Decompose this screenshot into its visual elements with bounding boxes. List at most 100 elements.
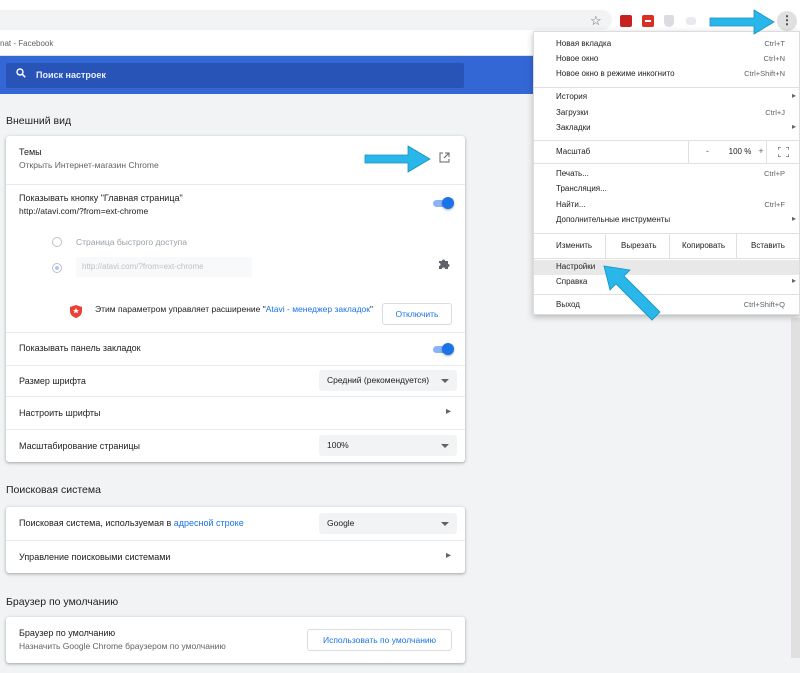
menu-item-exit[interactable]: Выход Ctrl+Shift+Q (534, 298, 799, 313)
submenu-arrow-icon: ▸ (791, 122, 796, 131)
search-engine-select[interactable]: Google (319, 513, 457, 534)
puzzle-extension-icon (439, 259, 450, 269)
make-default-button[interactable]: Использовать по умолчанию (307, 629, 452, 651)
home-button-url: http://atavi.com/?from=ext-chrome (19, 206, 149, 216)
menu-item-new-tab[interactable]: Новая вкладка Ctrl+T (534, 37, 799, 52)
bookmark-item-facebook[interactable]: nat - Facebook (0, 39, 53, 48)
atavi-shield-icon (70, 305, 82, 318)
disable-extension-button[interactable]: Отключить (382, 303, 452, 325)
font-size-value: Средний (рекомендуется) (327, 375, 430, 385)
search-engine-card: Поисковая система, используемая в адресн… (6, 507, 465, 573)
menu-label: История (556, 92, 588, 101)
radio-new-tab-page[interactable] (52, 237, 62, 247)
open-external-icon[interactable] (439, 152, 450, 163)
home-url-input[interactable]: http://atavi.com/?from=ext-chrome (76, 257, 252, 277)
page-zoom-select[interactable]: 100% (319, 435, 457, 456)
menu-label: Найти... (556, 200, 586, 209)
scrollbar[interactable] (791, 318, 800, 658)
manage-search-engines-row[interactable]: Управление поисковыми системами ▸ (6, 540, 465, 573)
annotation-arrow-menu (709, 9, 775, 35)
search-engine-value: Google (327, 518, 355, 528)
section-title-search-engine: Поисковая система (6, 484, 101, 496)
menu-divider (534, 294, 799, 295)
menu-shortcut: Ctrl+P (763, 169, 785, 178)
copy-button[interactable]: Копировать (669, 234, 736, 258)
page-zoom-value: 100% (327, 440, 349, 450)
custom-fonts-label: Настроить шрифты (19, 408, 101, 418)
menu-label: Новое окно в режиме инкогнито (556, 69, 675, 78)
menu-zoom-row: Масштаб - 100 % + (534, 141, 799, 163)
menu-label: Выход (556, 300, 580, 309)
themes-label: Темы (19, 147, 42, 157)
font-size-select[interactable]: Средний (рекомендуется) (319, 370, 457, 391)
menu-item-incognito[interactable]: Новое окно в режиме инкогнито Ctrl+Shift+… (534, 67, 799, 82)
menu-label: Печать... (556, 169, 589, 178)
fullscreen-button[interactable] (766, 141, 799, 163)
annotation-arrow-settings (603, 265, 661, 321)
menu-item-find[interactable]: Найти... Ctrl+F (534, 198, 799, 213)
radio-custom-url[interactable] (52, 263, 62, 273)
search-placeholder: Поиск настроек (36, 70, 106, 80)
bookmarks-bar-toggle[interactable] (431, 343, 454, 355)
bookmark-star-icon[interactable]: ☆ (590, 13, 602, 29)
menu-item-history[interactable]: История ▸ (534, 90, 799, 105)
menu-item-more-tools[interactable]: Дополнительные инструменты ▸ (534, 213, 799, 228)
menu-shortcut: Ctrl+N (763, 54, 785, 63)
address-bar-link[interactable]: адресной строке (174, 518, 244, 528)
zoom-out-button[interactable]: - (688, 141, 726, 163)
menu-item-new-window[interactable]: Новое окно Ctrl+N (534, 52, 799, 67)
menu-shortcut: Ctrl+Shift+Q (743, 300, 785, 309)
section-title-appearance: Внешний вид (6, 115, 72, 127)
page-zoom-row: Масштабирование страницы 100% (6, 429, 465, 462)
menu-label: Дополнительные инструменты (556, 215, 671, 224)
bookmarks-bar-label: Показывать панель закладок (19, 343, 141, 353)
zoom-in-button[interactable]: + (756, 141, 766, 163)
custom-fonts-row[interactable]: Настроить шрифты ▸ (6, 396, 465, 429)
annotation-arrow-themes (364, 145, 431, 173)
search-engine-prefix: Поисковая система, используемая в (19, 518, 174, 528)
menu-shortcut: Ctrl+F (764, 200, 785, 209)
menu-label: Новая вкладка (556, 39, 612, 48)
menu-item-settings[interactable]: Настройки (534, 260, 799, 275)
chrome-menu-button[interactable]: ⋮ (777, 11, 797, 31)
chrome-main-menu: Новая вкладка Ctrl+T Новое окно Ctrl+N Нов… (533, 31, 800, 315)
radio-new-tab-page-label: Страница быстрого доступа (76, 237, 187, 247)
submenu-arrow-icon: ▸ (791, 214, 796, 223)
menu-shortcut: Ctrl+T (764, 39, 785, 48)
menu-shortcut: Ctrl+J (765, 108, 785, 117)
home-button-row: Показывать кнопку "Главная страница" htt… (6, 184, 465, 332)
menu-item-print[interactable]: Печать... Ctrl+P (534, 167, 799, 182)
extension-notice: Этим параметром управляет расширение "At… (95, 303, 375, 316)
menu-divider (534, 258, 799, 259)
home-button-label: Показывать кнопку "Главная страница" (19, 193, 183, 203)
extension-notice-prefix: Этим параметром управляет расширение " (95, 304, 266, 314)
zoom-label: Масштаб (556, 147, 591, 156)
search-engine-row: Поисковая система, используемая в адресн… (6, 507, 465, 540)
extension-red-book-icon[interactable] (620, 15, 632, 27)
extension-cloud-icon[interactable] (686, 17, 696, 25)
extension-red-minus-icon[interactable] (642, 15, 654, 27)
menu-item-help[interactable]: Справка ▸ (534, 275, 799, 290)
menu-item-downloads[interactable]: Загрузки Ctrl+J (534, 106, 799, 121)
home-url-value: http://atavi.com/?from=ext-chrome (82, 262, 204, 271)
home-button-toggle[interactable] (431, 197, 454, 209)
default-browser-sublabel: Назначить Google Chrome браузером по умо… (19, 641, 226, 651)
settings-search-input[interactable]: Поиск настроек (6, 63, 464, 88)
menu-label: Новое окно (556, 54, 599, 63)
default-browser-label: Браузер по умолчанию (19, 628, 116, 638)
menu-edit-row: Изменить Вырезать Копировать Вставить (534, 234, 799, 258)
address-bar[interactable] (0, 10, 612, 30)
menu-item-cast[interactable]: Трансляция... (534, 182, 799, 197)
cut-button[interactable]: Вырезать (605, 234, 669, 258)
extension-shield-icon[interactable] (664, 15, 674, 27)
fullscreen-icon (778, 147, 789, 157)
extension-link[interactable]: Atavi - менеджер закладок (266, 304, 370, 314)
menu-item-bookmarks[interactable]: Закладки ▸ (534, 121, 799, 136)
submenu-arrow-icon: ▸ (791, 276, 796, 285)
menu-divider (534, 87, 799, 88)
zoom-value: 100 % (728, 147, 752, 156)
section-title-default-browser: Браузер по умолчанию (6, 596, 119, 608)
menu-label: Справка (556, 277, 588, 286)
browser-toolbar: ☆ ⋮ (0, 0, 800, 34)
paste-button[interactable]: Вставить (736, 234, 799, 258)
